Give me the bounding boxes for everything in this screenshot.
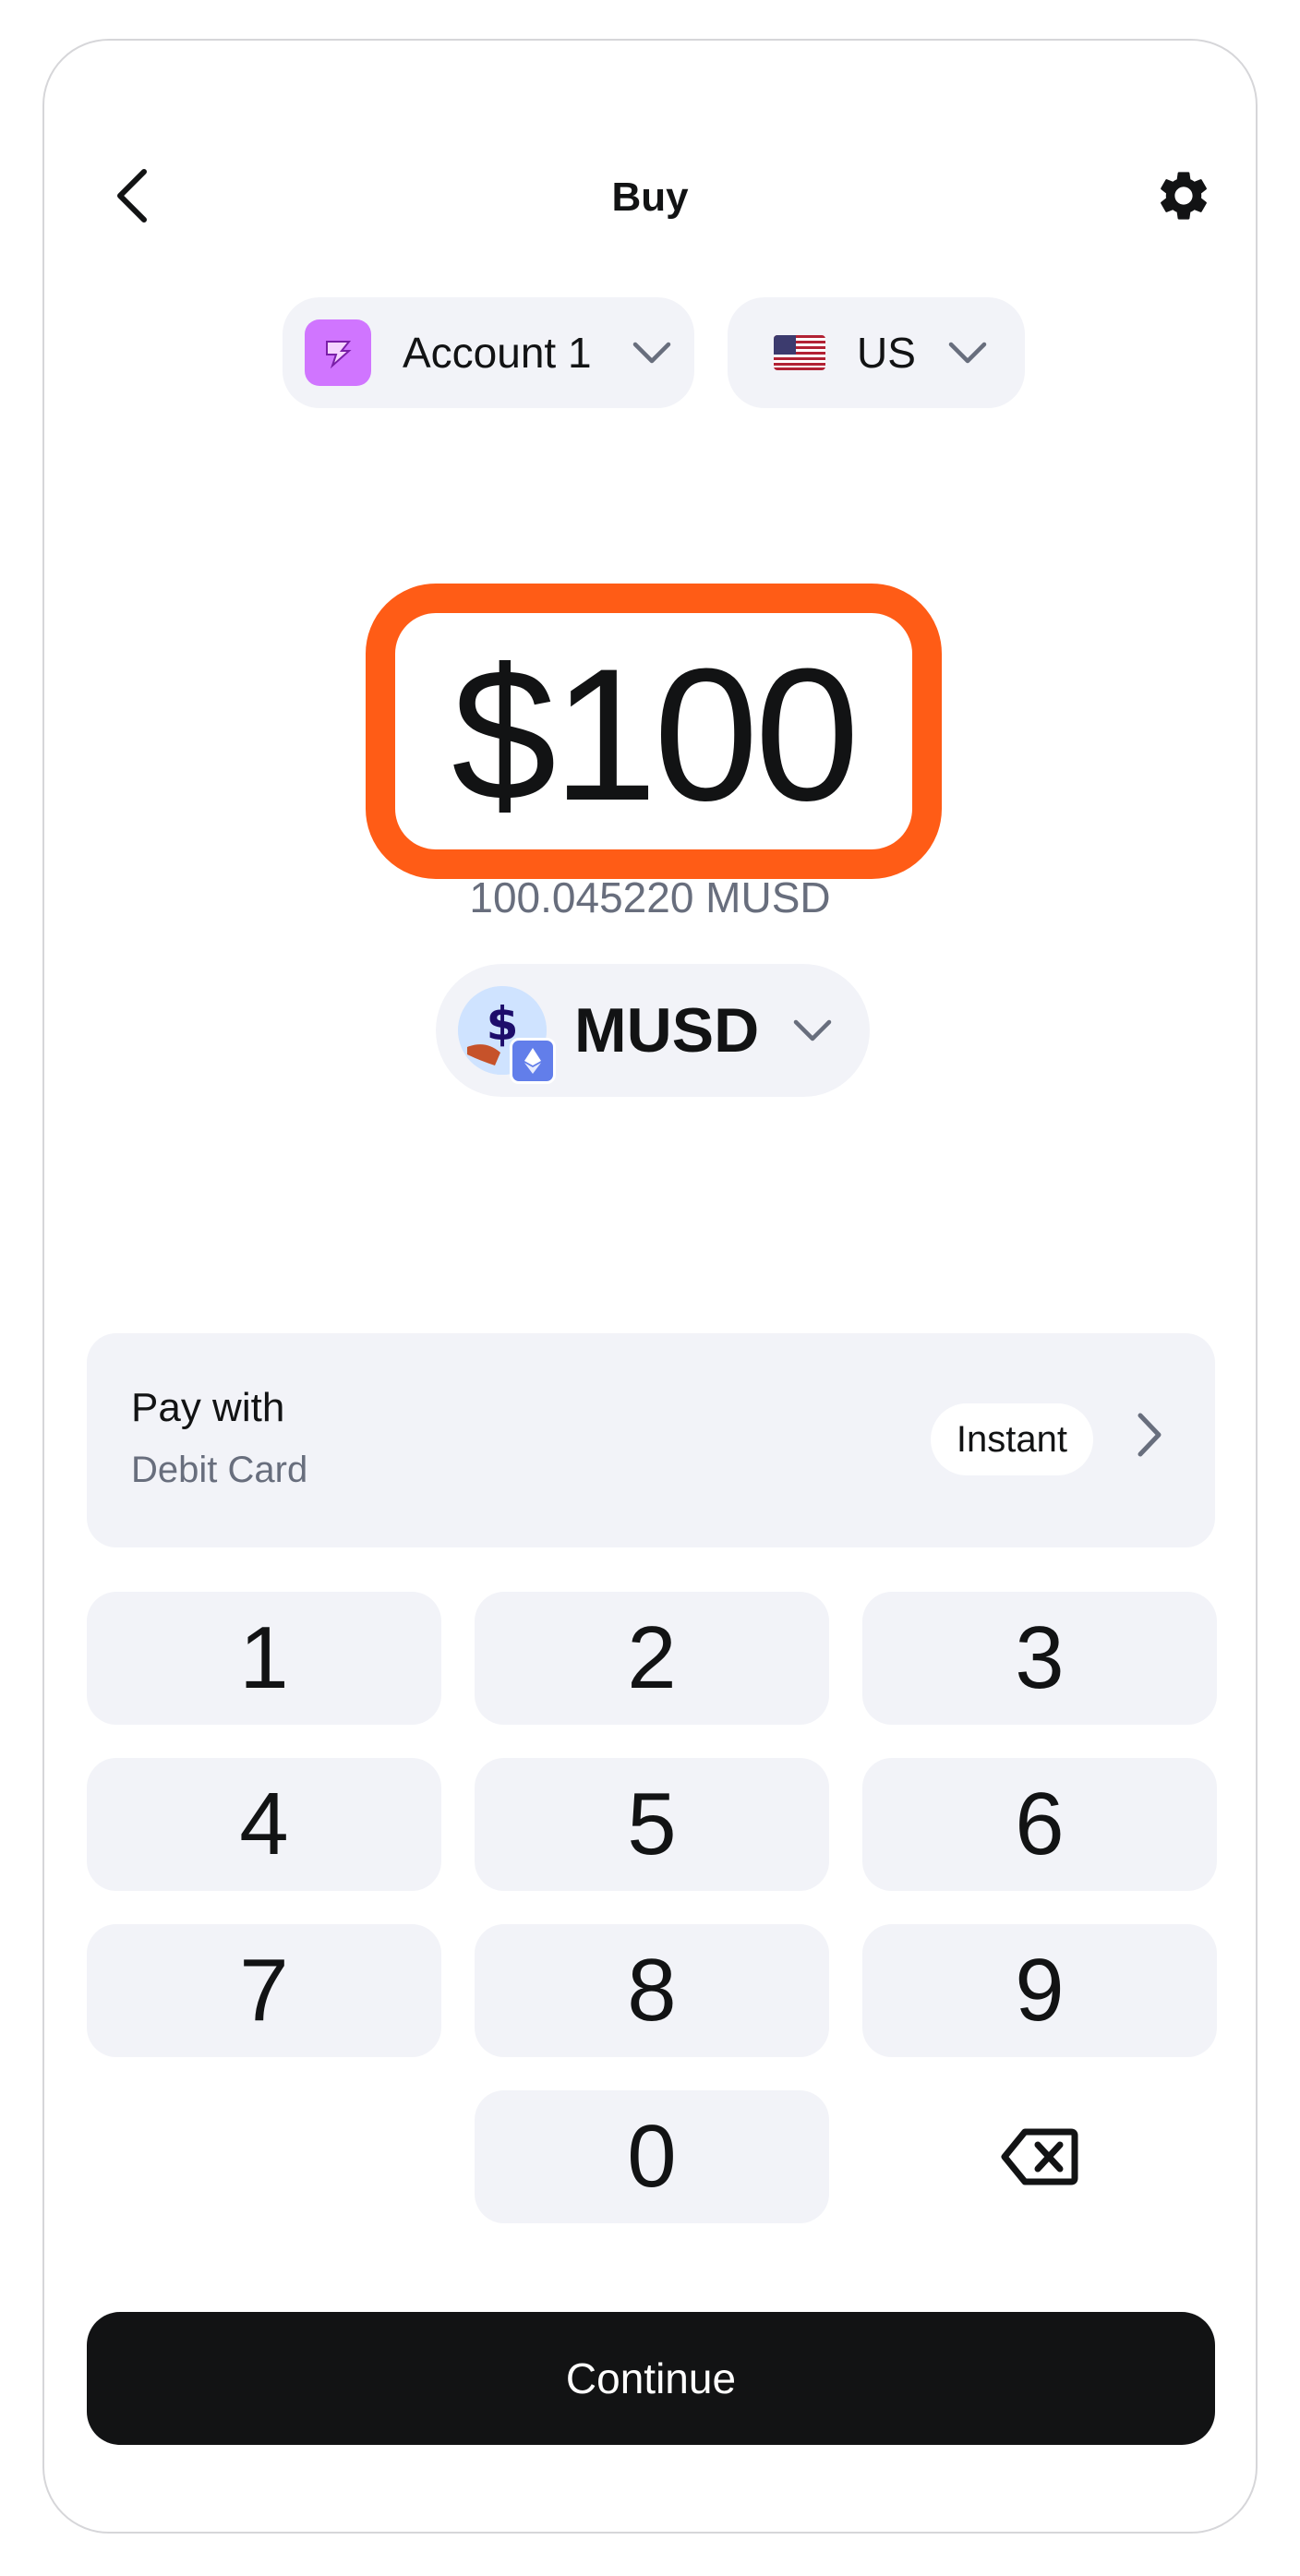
page-title: Buy (611, 175, 689, 220)
keypad-key-3[interactable]: 3 (862, 1592, 1217, 1725)
token-symbol: MUSD (574, 995, 760, 1065)
chevron-down-icon (792, 1018, 833, 1042)
keypad-key-8[interactable]: 8 (475, 1924, 829, 2057)
keypad-key-1[interactable]: 1 (87, 1592, 441, 1725)
amount-value: $100 (451, 630, 860, 840)
speed-badge: Instant (930, 1403, 1093, 1475)
account-selector[interactable]: Account 1 (283, 297, 694, 408)
backspace-button[interactable] (862, 2090, 1217, 2223)
keypad-key-2[interactable]: 2 (475, 1592, 829, 1725)
gear-icon (1161, 172, 1207, 220)
ethereum-network-icon (510, 1038, 556, 1084)
payment-method-name: Debit Card (131, 1450, 308, 1490)
converted-amount: 100.045220 MUSD (469, 873, 831, 921)
chevron-down-icon (632, 341, 672, 365)
keypad-key-6[interactable]: 6 (862, 1758, 1217, 1891)
token-selector[interactable]: $ MUSD (436, 964, 870, 1097)
us-flag-icon (774, 335, 825, 370)
settings-button[interactable] (1138, 150, 1230, 242)
keypad-key-4[interactable]: 4 (87, 1758, 441, 1891)
amount-display[interactable]: $100 (366, 584, 942, 879)
region-selector[interactable]: US (728, 297, 1025, 408)
chevron-down-icon (947, 341, 988, 365)
chevron-right-icon (1136, 1411, 1163, 1463)
continue-button[interactable]: Continue (87, 2312, 1215, 2445)
keypad-key-9[interactable]: 9 (862, 1924, 1217, 2057)
app-screen: Buy Account 1 US $100 100.045220 MUSD $ … (42, 39, 1258, 2534)
keypad-key-0[interactable]: 0 (475, 2090, 829, 2223)
pay-with-label: Pay with (131, 1385, 285, 1430)
account-avatar-icon (305, 319, 371, 386)
keypad-key-5[interactable]: 5 (475, 1758, 829, 1891)
backspace-icon (1001, 2128, 1078, 2185)
account-label: Account 1 (403, 329, 592, 377)
region-label: US (857, 329, 916, 377)
keypad-key-7[interactable]: 7 (87, 1924, 441, 2057)
payment-method-row[interactable]: Pay with Debit Card Instant (87, 1333, 1215, 1547)
musd-token-icon: $ (458, 986, 556, 1084)
